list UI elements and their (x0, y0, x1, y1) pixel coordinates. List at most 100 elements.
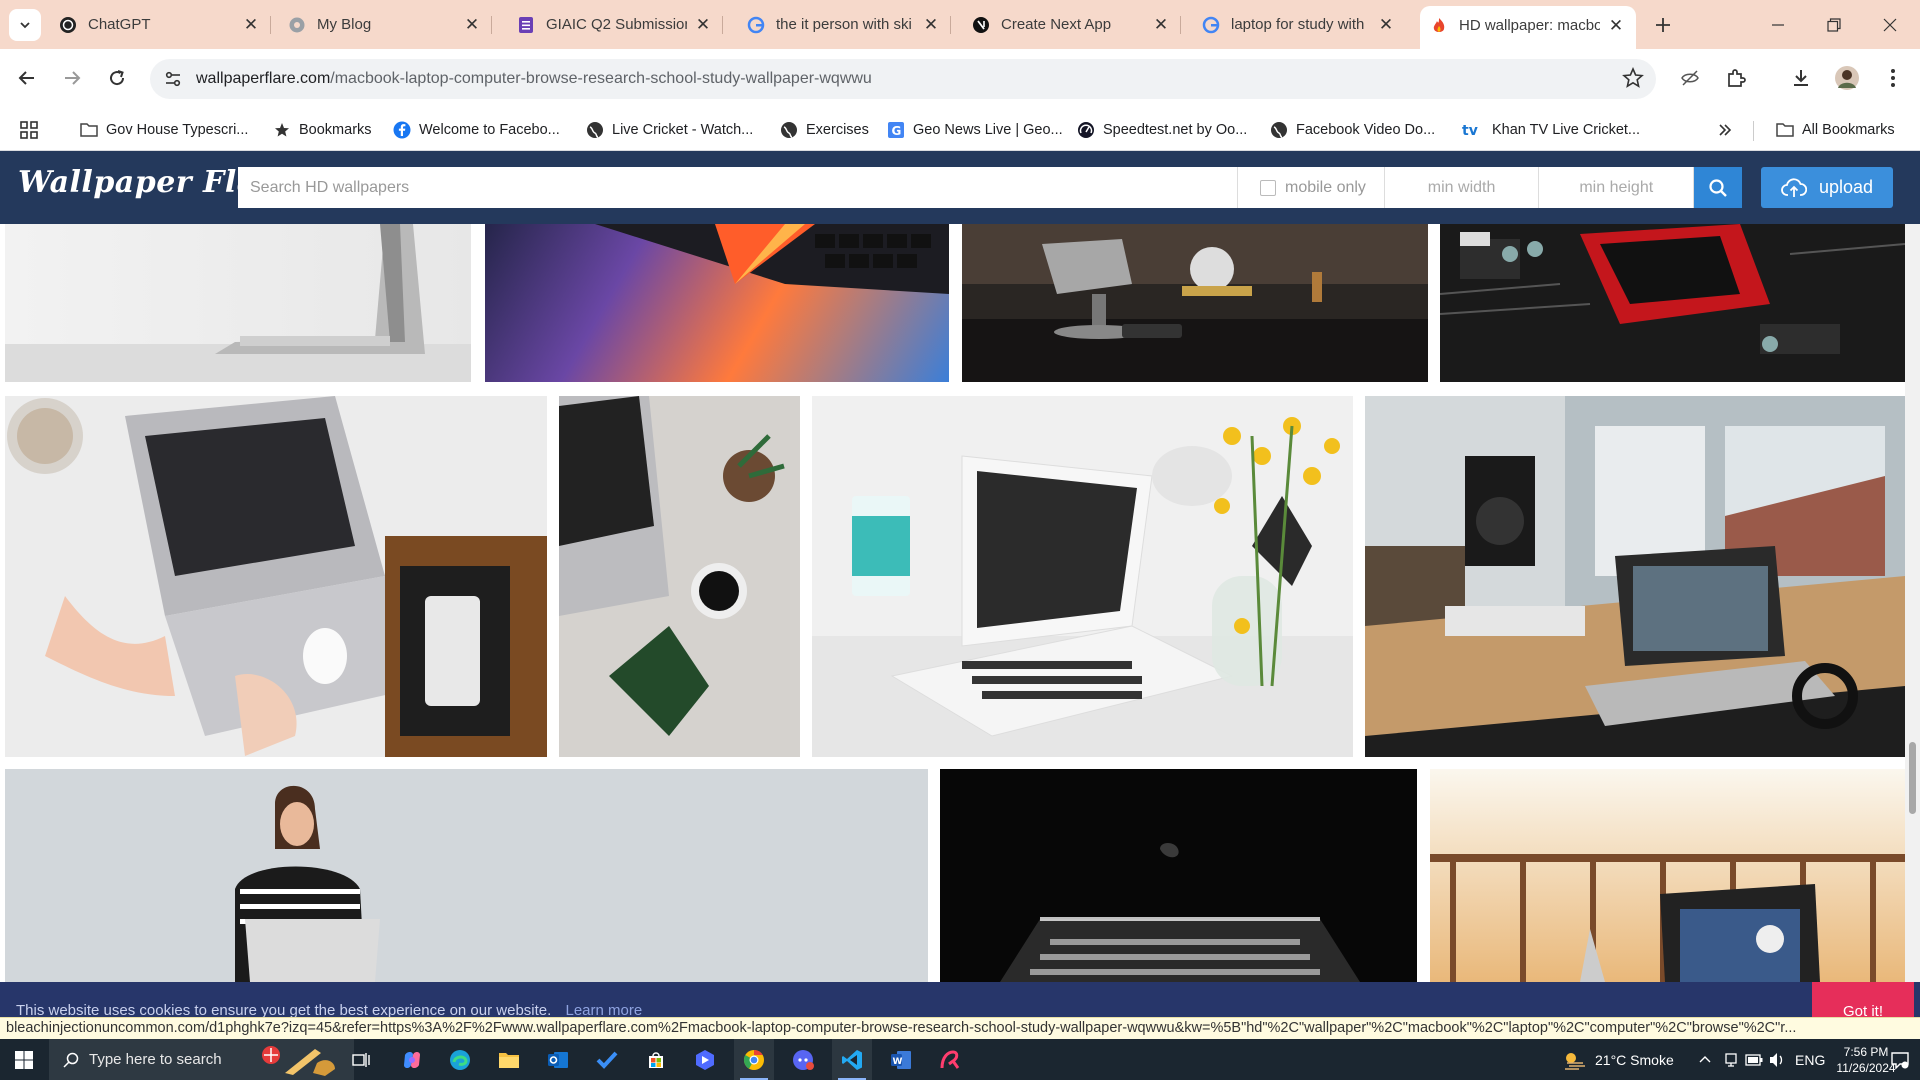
upload-button[interactable]: upload (1761, 167, 1893, 208)
edge-button[interactable] (440, 1039, 480, 1080)
taskbar-search[interactable]: Type here to search (49, 1039, 354, 1080)
new-tab-button[interactable] (1649, 11, 1677, 39)
discord-button[interactable] (783, 1039, 823, 1080)
store-button[interactable] (636, 1039, 676, 1080)
chrome-button[interactable] (734, 1039, 774, 1080)
menu-button[interactable] (1876, 61, 1910, 95)
downloads-button[interactable] (1784, 61, 1818, 95)
search-icon (1709, 178, 1727, 197)
translate-button[interactable] (1673, 61, 1707, 95)
close-tab-icon[interactable]: ✕ (462, 15, 482, 35)
tab-it-person[interactable]: the it person with ski ✕ (737, 6, 951, 43)
wallpaper-thumbnail[interactable] (5, 396, 547, 757)
restore-button[interactable] (1806, 0, 1862, 49)
geo-icon: G (887, 121, 905, 139)
minimize-button[interactable] (1750, 0, 1806, 49)
mobile-only-checkbox[interactable] (1259, 179, 1276, 196)
forward-button[interactable] (55, 61, 89, 95)
tab-hd-wallpaper-active[interactable]: HD wallpaper: macbo ✕ (1420, 6, 1636, 49)
cookie-accept-button[interactable]: Got it! (1812, 982, 1914, 1020)
wallpaper-thumbnail[interactable] (962, 224, 1428, 382)
tab-giaic[interactable]: GIAIC Q2 Submission ✕ (507, 6, 723, 43)
more-bookmarks-button[interactable] (1718, 117, 1732, 143)
bookmark-star-icon[interactable] (1622, 67, 1644, 89)
wallpaper-thumbnail[interactable] (812, 396, 1353, 757)
address-bar[interactable]: wallpaperflare.com/macbook-laptop-comput… (150, 59, 1656, 99)
wallpaper-thumbnail[interactable] (1365, 396, 1905, 757)
close-tab-icon[interactable]: ✕ (1151, 15, 1171, 35)
close-tab-icon[interactable]: ✕ (241, 15, 261, 35)
arc-app-button[interactable] (930, 1039, 970, 1080)
outlook-icon (548, 1051, 568, 1068)
tab-laptop-study[interactable]: laptop for study with ✕ (1192, 6, 1406, 43)
apps-button[interactable] (20, 117, 38, 143)
search-button[interactable] (1694, 167, 1743, 208)
bookmark-gov-house[interactable]: Gov House Typescri... (80, 117, 248, 143)
bookmark-exercises[interactable]: Exercises (780, 117, 869, 143)
wallpaper-thumbnail[interactable] (485, 224, 949, 382)
site-info-icon[interactable] (160, 66, 186, 92)
close-window-button[interactable] (1862, 0, 1918, 49)
todo-button[interactable] (587, 1039, 627, 1080)
globe-icon (1270, 121, 1288, 139)
wallpaper-thumbnail[interactable] (1440, 224, 1905, 382)
tab-chatgpt[interactable]: ChatGPT ✕ (49, 6, 271, 43)
url-domain: wallpaperflare.com (196, 70, 331, 87)
bookmark-bookmarks[interactable]: Bookmarks (273, 117, 372, 143)
tab-my-blog[interactable]: My Blog ✕ (278, 6, 492, 43)
tv-icon: tv (1462, 121, 1484, 139)
mobile-only-filter[interactable]: mobile only (1237, 167, 1385, 208)
reload-button[interactable] (100, 61, 134, 95)
chevron-double-right-icon (1719, 124, 1732, 136)
tab-separator (491, 16, 492, 34)
close-tab-icon[interactable]: ✕ (1376, 15, 1396, 35)
page-scrollbar[interactable] (1905, 224, 1920, 982)
globe-icon (780, 121, 798, 139)
wallpaper-thumbnail[interactable] (940, 769, 1417, 982)
wallpaper-thumbnail[interactable] (5, 769, 928, 982)
search-icon (63, 1052, 79, 1068)
copilot-button[interactable] (392, 1039, 432, 1080)
start-button[interactable] (0, 1039, 48, 1080)
tray-network[interactable] (1723, 1039, 1739, 1080)
outlook-button[interactable] (538, 1039, 578, 1080)
bookmark-live-cricket[interactable]: Live Cricket - Watch... (586, 117, 753, 143)
bookmark-facebook-video[interactable]: Facebook Video Do... (1270, 117, 1435, 143)
bookmark-speedtest[interactable]: Speedtest.net by Oo... (1077, 117, 1247, 143)
task-view-button[interactable] (341, 1039, 381, 1080)
tray-chevron[interactable] (1698, 1039, 1712, 1080)
min-width-field[interactable]: min width (1384, 167, 1540, 208)
notifications-button[interactable] (1885, 1039, 1915, 1080)
tab-search-button[interactable] (9, 9, 41, 41)
bookmark-geo-news[interactable]: G Geo News Live | Geo... (887, 117, 1063, 143)
close-tab-icon[interactable]: ✕ (1606, 16, 1626, 36)
wallpaper-thumbnail[interactable] (1430, 769, 1905, 982)
photos-app-button[interactable] (685, 1039, 725, 1080)
bookmark-khan-tv[interactable]: tv Khan TV Live Cricket... (1462, 117, 1640, 143)
weather-widget[interactable]: 21°C Smoke (1563, 1039, 1674, 1080)
wallpaper-thumbnail[interactable] (5, 224, 471, 382)
all-bookmarks-button[interactable]: All Bookmarks (1776, 117, 1895, 143)
search-input[interactable]: Search HD wallpapers (238, 167, 1238, 208)
bookmark-facebook[interactable]: Welcome to Facebo... (393, 117, 560, 143)
tray-battery[interactable] (1745, 1039, 1763, 1080)
file-explorer-button[interactable] (489, 1039, 529, 1080)
wallpaper-gallery (0, 224, 1905, 982)
scrollbar-thumb[interactable] (1909, 742, 1916, 814)
back-button[interactable] (10, 61, 44, 95)
input-language[interactable]: ENG (1795, 1039, 1825, 1080)
word-button[interactable]: W (881, 1039, 921, 1080)
vscode-button[interactable] (832, 1039, 872, 1080)
tray-volume[interactable] (1768, 1039, 1786, 1080)
network-icon (1725, 1052, 1737, 1067)
tab-create-next-app[interactable]: Create Next App ✕ (962, 6, 1181, 43)
task-view-icon (352, 1052, 370, 1067)
windows-taskbar: Type here to search W 21°C Smoke ENG 7:5… (0, 1039, 1920, 1080)
extensions-button[interactable] (1719, 61, 1753, 95)
close-tab-icon[interactable]: ✕ (693, 15, 713, 35)
profile-avatar[interactable] (1830, 61, 1864, 95)
min-height-field[interactable]: min height (1539, 167, 1695, 208)
close-tab-icon[interactable]: ✕ (921, 15, 941, 35)
forms-icon (517, 16, 535, 34)
wallpaper-thumbnail[interactable] (559, 396, 800, 757)
